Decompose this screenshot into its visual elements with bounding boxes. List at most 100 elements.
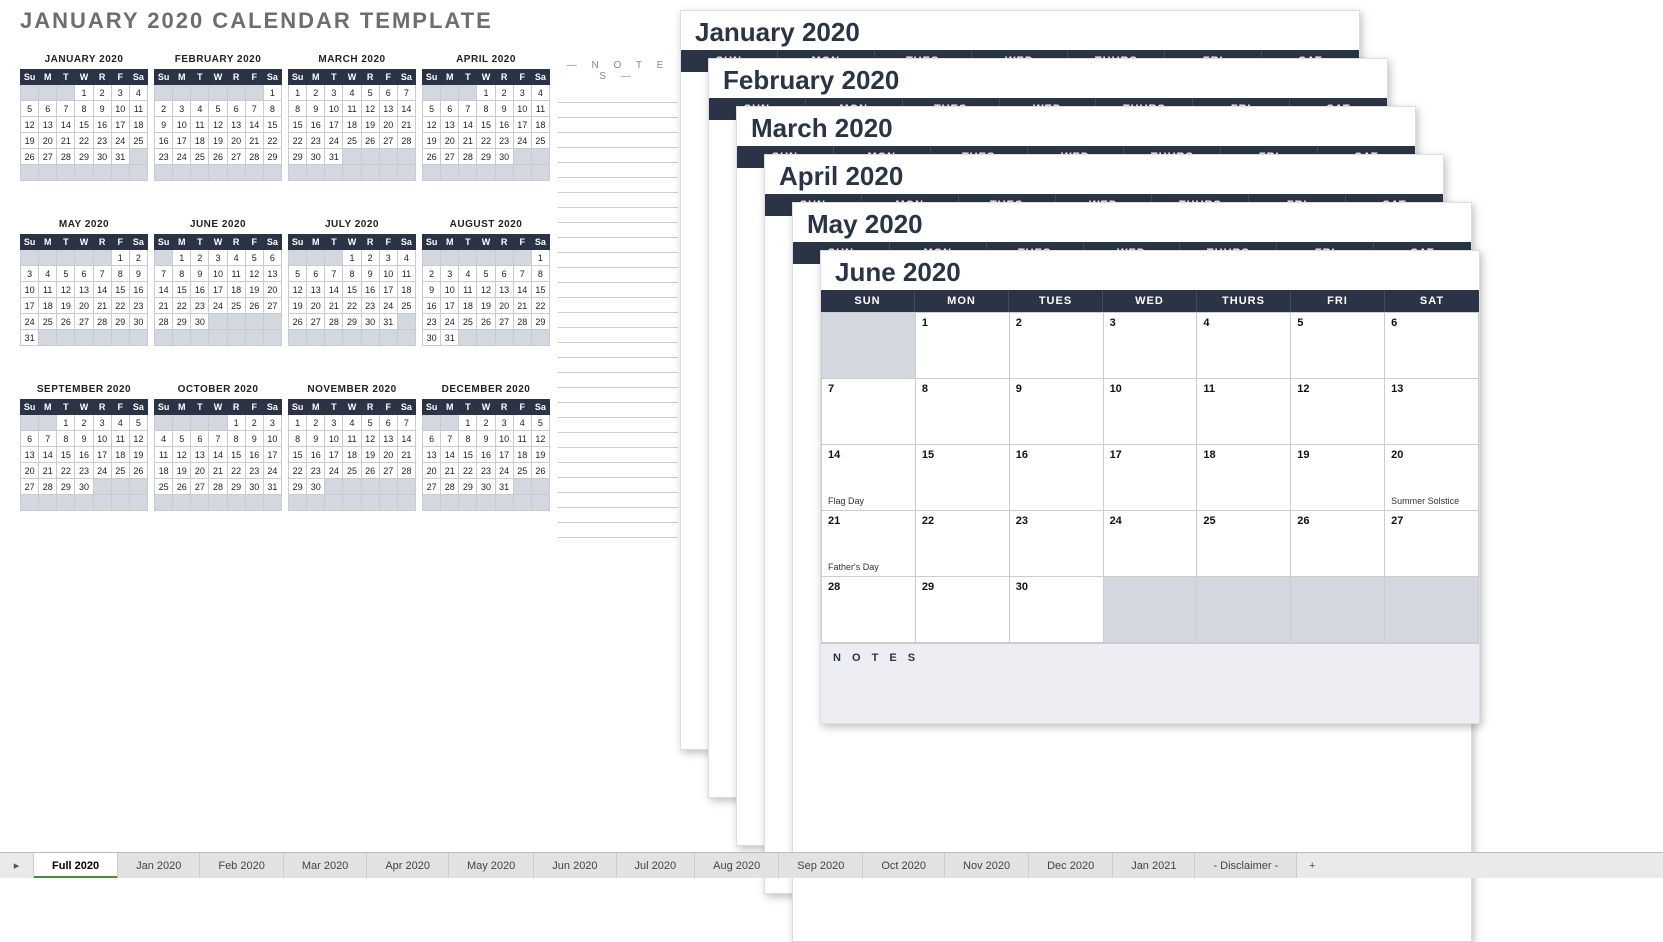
day-cell[interactable]: 29 — [916, 577, 1010, 643]
mini-day-cell: 20 — [21, 463, 39, 479]
mini-day-cell: 5 — [423, 101, 441, 117]
day-event-label: Summer Solstice — [1391, 496, 1459, 506]
sheet-tab[interactable]: Sep 2020 — [779, 853, 863, 878]
day-cell[interactable]: 16 — [1010, 445, 1104, 511]
sheet-tab[interactable]: May 2020 — [449, 853, 534, 878]
mini-day-cell: 12 — [531, 431, 549, 447]
day-cell[interactable]: 30 — [1010, 577, 1104, 643]
day-cell[interactable] — [822, 313, 916, 379]
day-cell[interactable]: 4 — [1197, 313, 1291, 379]
month-notes-area[interactable]: N O T E S — [821, 643, 1479, 723]
mini-day-cell: 30 — [307, 479, 325, 495]
mini-day-cell — [477, 250, 495, 266]
day-cell[interactable]: 21Father's Day — [822, 511, 916, 577]
day-cell[interactable]: 11 — [1197, 379, 1291, 445]
mini-day-cell — [397, 149, 415, 165]
mini-day-cell: 20 — [495, 298, 513, 314]
mini-day-cell — [513, 165, 531, 181]
mini-day-cell — [343, 149, 361, 165]
mini-day-cell: 12 — [129, 431, 147, 447]
mini-month-title: FEBRUARY 2020 — [154, 54, 282, 65]
day-cell[interactable]: 6 — [1385, 313, 1479, 379]
day-cell[interactable]: 27 — [1385, 511, 1479, 577]
day-cell[interactable]: 8 — [916, 379, 1010, 445]
notes-line — [558, 193, 678, 208]
day-cell[interactable]: 19 — [1291, 445, 1385, 511]
mini-month: FEBRUARY 2020SuMTWRFSa123456789101112131… — [154, 54, 282, 181]
day-cell[interactable]: 26 — [1291, 511, 1385, 577]
day-cell[interactable]: 7 — [822, 379, 916, 445]
sheet-tab[interactable]: Nov 2020 — [945, 853, 1029, 878]
add-sheet-button[interactable]: + — [1297, 853, 1327, 878]
mini-day-cell: 30 — [307, 149, 325, 165]
sheet-tab[interactable]: Jan 2021 — [1113, 853, 1195, 878]
sheet-tab[interactable]: Apr 2020 — [367, 853, 449, 878]
day-cell[interactable] — [1385, 577, 1479, 643]
sheet-tab[interactable]: Jun 2020 — [534, 853, 616, 878]
sheet-tab[interactable]: Jul 2020 — [617, 853, 696, 878]
day-cell[interactable]: 3 — [1104, 313, 1198, 379]
day-cell[interactable]: 22 — [916, 511, 1010, 577]
mini-dow-header: M — [39, 400, 57, 415]
sheet-tab[interactable]: Full 2020 — [34, 853, 118, 878]
mini-dow-header: W — [343, 235, 361, 250]
day-cell[interactable]: 24 — [1104, 511, 1198, 577]
day-cell[interactable]: 14Flag Day — [822, 445, 916, 511]
mini-day-cell: 15 — [173, 282, 191, 298]
mini-dow-header: Sa — [531, 235, 549, 250]
sheet-tab[interactable]: Mar 2020 — [284, 853, 367, 878]
day-cell[interactable]: 13 — [1385, 379, 1479, 445]
mini-day-cell — [307, 165, 325, 181]
mini-day-cell — [227, 85, 245, 101]
sheet-tab[interactable]: Aug 2020 — [695, 853, 779, 878]
mini-day-cell: 24 — [379, 298, 397, 314]
mini-day-cell: 17 — [379, 282, 397, 298]
mini-day-cell — [209, 495, 227, 511]
notes-line — [558, 358, 678, 373]
sheet-tab[interactable]: Jan 2020 — [118, 853, 200, 878]
day-cell[interactable]: 9 — [1010, 379, 1104, 445]
mini-day-cell: 16 — [477, 447, 495, 463]
day-cell[interactable] — [1291, 577, 1385, 643]
day-cell[interactable]: 2 — [1010, 313, 1104, 379]
day-cell[interactable] — [1104, 577, 1198, 643]
day-cell[interactable]: 10 — [1104, 379, 1198, 445]
day-cell[interactable]: 15 — [916, 445, 1010, 511]
mini-day-cell: 5 — [477, 266, 495, 282]
sheet-tab[interactable]: Feb 2020 — [200, 853, 283, 878]
mini-day-cell: 25 — [343, 463, 361, 479]
notes-line — [558, 103, 678, 118]
mini-day-cell: 10 — [441, 282, 459, 298]
mini-day-cell — [39, 85, 57, 101]
mini-day-cell: 30 — [75, 479, 93, 495]
mini-day-cell: 23 — [191, 298, 209, 314]
day-cell[interactable] — [1197, 577, 1291, 643]
day-cell[interactable]: 25 — [1197, 511, 1291, 577]
mini-day-cell — [531, 165, 549, 181]
day-cell[interactable]: 23 — [1010, 511, 1104, 577]
mini-day-cell — [343, 479, 361, 495]
mini-day-cell: 27 — [423, 479, 441, 495]
day-cell[interactable]: 5 — [1291, 313, 1385, 379]
mini-month: OCTOBER 2020SuMTWRFSa1234567891011121314… — [154, 384, 282, 511]
dow-header-cell: SAT — [1385, 290, 1479, 312]
day-cell[interactable]: 12 — [1291, 379, 1385, 445]
sheet-tab[interactable]: Dec 2020 — [1029, 853, 1113, 878]
mini-day-cell — [361, 149, 379, 165]
mini-day-cell — [57, 495, 75, 511]
mini-day-cell — [39, 415, 57, 431]
mini-day-cell — [93, 479, 111, 495]
mini-day-cell: 15 — [75, 117, 93, 133]
day-cell[interactable]: 28 — [822, 577, 916, 643]
mini-day-cell: 15 — [263, 117, 281, 133]
sheet-tab[interactable]: Oct 2020 — [863, 853, 945, 878]
mini-day-cell — [173, 415, 191, 431]
tab-nav-prev-button[interactable]: ▸ — [0, 853, 34, 878]
day-cell[interactable]: 17 — [1104, 445, 1198, 511]
day-cell[interactable]: 20Summer Solstice — [1385, 445, 1479, 511]
day-cell[interactable]: 1 — [916, 313, 1010, 379]
sheet-tab[interactable]: - Disclaimer - — [1195, 853, 1297, 878]
mini-day-cell: 21 — [209, 463, 227, 479]
mini-day-cell: 15 — [459, 447, 477, 463]
day-cell[interactable]: 18 — [1197, 445, 1291, 511]
